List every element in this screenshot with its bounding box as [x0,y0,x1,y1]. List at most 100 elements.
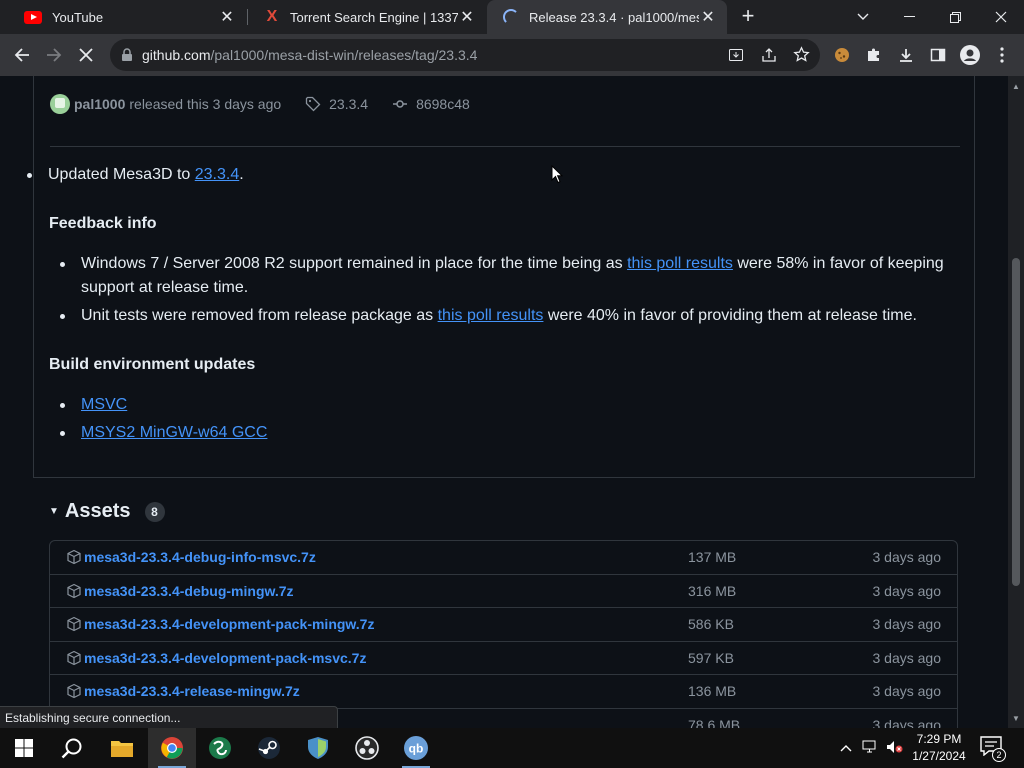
forward-arrow-icon [47,48,62,62]
taskbar-file-explorer[interactable] [98,728,146,768]
minimize-button[interactable] [886,0,932,34]
network-icon[interactable] [862,740,878,757]
asset-date: 3 days ago [872,683,942,700]
list-item: MSYS2 MinGW-w64 GCC [49,421,267,445]
taskbar-qbittorrent[interactable]: qb [392,728,440,768]
list-item-text: . [239,166,244,183]
restore-button[interactable] [932,0,978,34]
taskbar-app-green[interactable] [196,728,244,768]
table-row: mesa3d-23.3.4-debug-mingw.7z 316 MB 3 da… [50,575,957,608]
shield-icon [308,737,328,759]
search-button[interactable] [48,728,96,768]
steam-icon [258,737,280,759]
start-button[interactable] [0,728,48,768]
forward-button[interactable] [40,41,68,69]
scroll-down-icon[interactable]: ▼ [1012,714,1020,723]
browser-tab-strip: YouTube ✕ X Torrent Search Engine | 1337… [0,0,1024,34]
asset-size: 586 KB [688,616,734,633]
list-item: Unit tests were removed from release pac… [49,304,959,328]
folder-icon [111,741,133,757]
taskbar-vpn[interactable] [294,728,342,768]
taskbar-chrome[interactable] [148,728,196,768]
asset-size: 316 MB [688,582,737,599]
app-green-icon [209,737,231,759]
stop-icon [79,48,93,62]
poll-results-link[interactable]: this poll results [438,307,544,324]
list-item-text: Windows 7 / Server 2008 R2 support remai… [81,255,628,272]
side-panel-button[interactable] [924,41,952,69]
lock-icon[interactable] [121,48,133,62]
table-row: mesa3d-23.3.4-debug-info-msvc.7z 137 MB … [50,541,957,575]
author-link[interactable]: pal1000 [74,96,125,112]
downloads-button[interactable] [892,41,920,69]
share-icon[interactable] [761,47,777,63]
back-button[interactable] [8,41,36,69]
assets-toggle[interactable]: ▼ Assets 8 [49,500,165,523]
tag-icon [305,96,321,112]
install-app-icon[interactable] [728,47,744,63]
close-window-button[interactable] [978,0,1024,34]
asset-date: 3 days ago [872,649,942,666]
loading-spinner-icon [503,9,519,25]
close-icon[interactable]: ✕ [218,8,236,26]
tag-link[interactable]: 23.3.4 [329,96,368,112]
browser-menu-button[interactable] [988,41,1016,69]
close-icon[interactable]: ✕ [458,8,476,26]
side-panel-icon [930,48,946,62]
tab-release[interactable]: Release 23.3.4 · pal1000/mesa-dist-win ✕ [487,0,727,34]
heading-text: Build environment updates [49,356,256,373]
version-link[interactable]: 23.3.4 [195,166,239,183]
list-item: Updated Mesa3D to 23.3.4. [16,163,244,187]
asset-link[interactable]: mesa3d-23.3.4-development-pack-msvc.7z [84,650,957,666]
mouse-cursor-icon [551,165,563,184]
msys2-link[interactable]: MSYS2 MinGW-w64 GCC [81,424,267,441]
release-meta: pal1000 released this 3 days ago 23.3.4 … [50,92,470,116]
url-text: github.com/pal1000/mesa-dist-win/release… [142,47,477,63]
asset-link[interactable]: mesa3d-23.3.4-release-mingw.7z [84,683,957,699]
asset-link[interactable]: mesa3d-23.3.4-development-pack-mingw.7z [84,616,957,632]
commit-link[interactable]: 8698c48 [416,96,470,112]
tab-search-button[interactable] [840,0,886,34]
taskbar-obs[interactable] [343,728,391,768]
msvc-link[interactable]: MSVC [81,396,127,413]
package-icon [66,650,82,666]
tab-1337x[interactable]: X Torrent Search Engine | 1337x.to ✕ [248,0,486,34]
page-scrollbar[interactable]: ▲ ▼ [1008,76,1024,728]
scroll-thumb[interactable] [1012,258,1020,586]
asset-link[interactable]: mesa3d-23.3.4-debug-mingw.7z [84,583,957,599]
chevron-up-icon[interactable] [838,744,854,752]
taskbar-steam[interactable] [245,728,293,768]
feedback-heading: Feedback info [49,212,157,236]
assets-count-badge: 8 [144,501,165,522]
new-tab-button[interactable]: + [736,5,760,29]
url-path: /pal1000/mesa-dist-win/releases/tag/23.3… [210,47,478,63]
chevron-down-icon [857,13,869,20]
status-bubble: Establishing secure connection... [0,706,338,728]
extensions-button[interactable] [860,41,888,69]
address-bar[interactable]: github.com/pal1000/mesa-dist-win/release… [110,39,820,71]
stop-loading-button[interactable] [72,41,100,69]
bookmark-star-icon[interactable] [793,46,810,63]
list-item-text: were 40% in favor of providing them at r… [543,307,917,324]
asset-size: 137 MB [688,549,737,566]
asset-size: 78.6 MB [688,716,741,728]
heading-text: Feedback info [49,215,157,232]
search-icon [61,738,82,759]
tab-youtube[interactable]: YouTube ✕ [8,0,246,34]
volume-muted-icon[interactable] [886,740,904,757]
asset-link[interactable]: mesa3d-23.3.4-debug-info-msvc.7z [84,549,957,565]
svg-text:qb: qb [409,742,424,756]
build-list: MSVC MSYS2 MinGW-w64 GCC [49,393,267,445]
system-tray [838,728,904,768]
asset-date: 3 days ago [872,549,942,566]
avatar[interactable] [50,94,70,114]
commit-icon [392,96,408,112]
asset-date: 3 days ago [872,716,942,728]
scroll-up-icon[interactable]: ▲ [1012,82,1020,91]
poll-results-link[interactable]: this poll results [627,255,733,272]
close-icon[interactable]: ✕ [699,8,717,26]
taskbar-clock[interactable]: 7:29 PM 1/27/2024 [906,731,972,765]
profile-button[interactable] [956,41,984,69]
extension-cookie-button[interactable] [828,41,856,69]
url-host: github.com [142,47,211,63]
